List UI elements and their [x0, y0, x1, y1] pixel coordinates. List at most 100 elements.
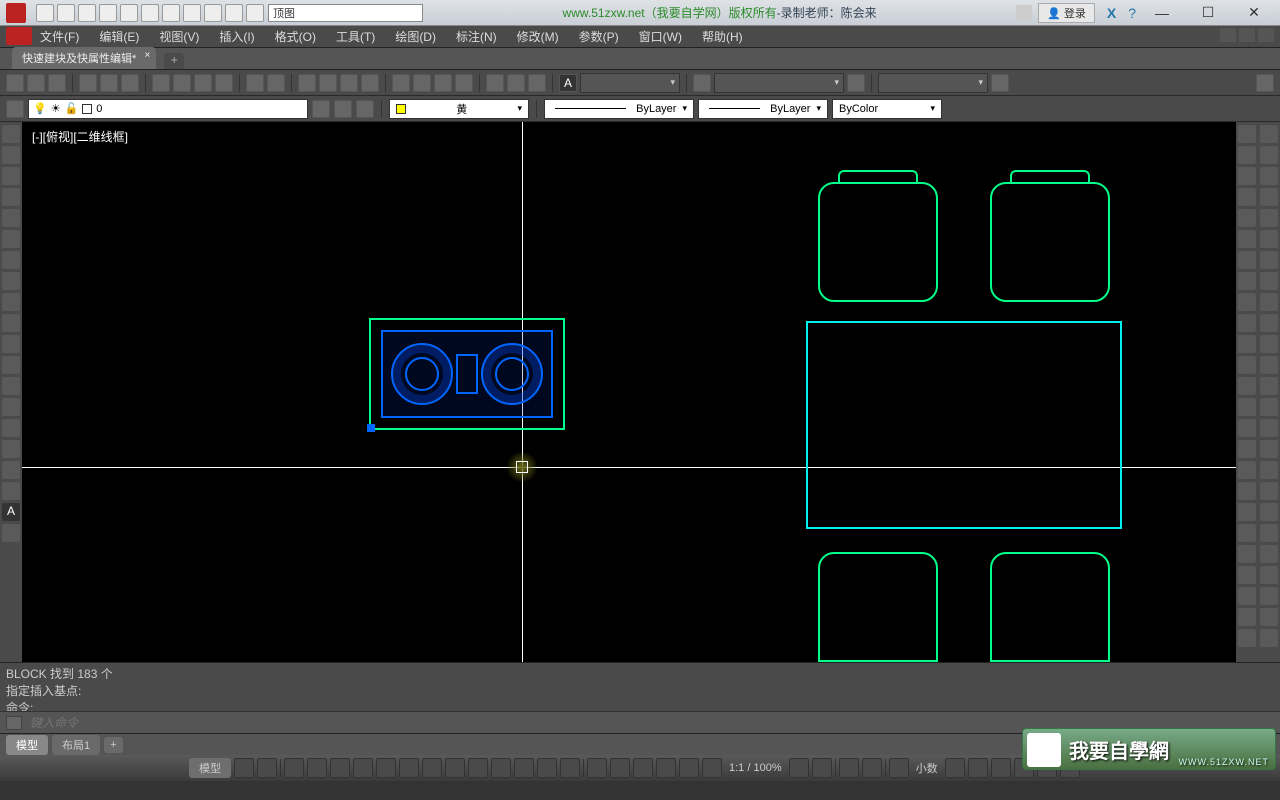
toolbar-options-icon[interactable] [1256, 74, 1274, 92]
cut-icon[interactable] [152, 74, 170, 92]
publish-icon[interactable] [121, 74, 139, 92]
qat-open-icon[interactable] [57, 4, 75, 22]
tool-icon[interactable] [1238, 566, 1256, 584]
command-history[interactable]: BLOCK 找到 183 个 指定插入基点: 命令: [0, 663, 1280, 711]
menu-draw[interactable]: 绘图(D) [395, 28, 436, 45]
arc-icon[interactable] [2, 230, 20, 248]
table-style-combo[interactable] [878, 73, 988, 93]
quickprops-icon[interactable] [945, 758, 965, 778]
explode-icon[interactable] [1238, 440, 1256, 458]
lwt-icon[interactable] [514, 758, 534, 778]
menu-dim[interactable]: 标注(N) [456, 28, 497, 45]
properties-icon[interactable] [392, 74, 410, 92]
chair-block[interactable] [990, 552, 1110, 662]
extend-icon[interactable] [1238, 335, 1256, 353]
annoscale-icon[interactable] [656, 758, 676, 778]
point-icon[interactable] [2, 398, 20, 416]
layer-uniso-icon[interactable] [334, 100, 352, 118]
chair-block[interactable] [818, 552, 938, 662]
zoom-icon[interactable] [319, 74, 337, 92]
iso-icon[interactable] [376, 758, 396, 778]
dim-linear-icon[interactable] [1260, 125, 1278, 143]
inspect-icon[interactable] [1260, 440, 1278, 458]
dim-angular-icon[interactable] [1260, 272, 1278, 290]
erase-icon[interactable] [1238, 125, 1256, 143]
tool-icon[interactable] [1238, 545, 1256, 563]
chair-block[interactable] [990, 182, 1110, 302]
3dosnap-icon[interactable] [422, 758, 442, 778]
dim-style-combo[interactable] [714, 73, 844, 93]
sheet-icon[interactable] [413, 74, 431, 92]
line-icon[interactable] [2, 125, 20, 143]
annovis-icon[interactable] [679, 758, 699, 778]
tool-icon[interactable] [1238, 587, 1256, 605]
menu-param[interactable]: 参数(P) [579, 28, 619, 45]
qat-icon[interactable] [246, 4, 264, 22]
color-combo[interactable]: 黄▾ [389, 99, 529, 119]
stove-block[interactable] [369, 318, 565, 430]
qprops-icon[interactable] [587, 758, 607, 778]
trim-icon[interactable] [1238, 314, 1256, 332]
new-icon[interactable] [6, 74, 24, 92]
menu-format[interactable]: 格式(O) [275, 28, 316, 45]
save-icon[interactable] [48, 74, 66, 92]
ortho-icon[interactable] [330, 758, 350, 778]
x-logo-icon[interactable]: X [1101, 5, 1122, 21]
table-icon[interactable] [991, 74, 1009, 92]
scale-icon[interactable] [1238, 272, 1256, 290]
dyninput-icon[interactable] [307, 758, 327, 778]
dim-baseline-icon[interactable] [1260, 314, 1278, 332]
offset-icon[interactable] [1238, 188, 1256, 206]
table-block[interactable] [806, 321, 1122, 529]
units-icon[interactable] [889, 758, 909, 778]
array-icon[interactable] [1238, 209, 1256, 227]
dim-radius-icon[interactable] [1260, 209, 1278, 227]
mirror-icon[interactable] [1238, 167, 1256, 185]
menu-help[interactable]: 帮助(H) [702, 28, 743, 45]
qat-new-icon[interactable] [36, 4, 54, 22]
qat-icon[interactable] [204, 4, 222, 22]
preview-icon[interactable] [100, 74, 118, 92]
tab-close-icon[interactable]: × [144, 50, 150, 61]
jogline-icon[interactable] [1260, 461, 1278, 479]
workspace-icon[interactable] [839, 758, 859, 778]
pline-icon[interactable] [2, 167, 20, 185]
scale-display[interactable]: 1:1 / 100% [725, 762, 786, 774]
qat-more-icon[interactable] [183, 4, 201, 22]
osnap-icon[interactable] [399, 758, 419, 778]
snap-icon[interactable] [257, 758, 277, 778]
dim-update-icon[interactable] [847, 74, 865, 92]
new-tab-button[interactable]: + [164, 53, 184, 69]
rectangle-icon[interactable] [2, 209, 20, 227]
chair-block[interactable] [818, 182, 938, 302]
menu-view[interactable]: 视图(V) [159, 28, 199, 45]
print-icon[interactable] [79, 74, 97, 92]
tool-icon[interactable] [1238, 482, 1256, 500]
tab-add-button[interactable]: + [104, 737, 122, 753]
sel-filter-icon[interactable] [610, 758, 630, 778]
zoom-prev-icon[interactable] [361, 74, 379, 92]
tool-icon[interactable] [1260, 545, 1278, 563]
tool-icon[interactable] [1238, 461, 1256, 479]
qat-undo-icon[interactable] [141, 4, 159, 22]
ducs-icon[interactable] [468, 758, 488, 778]
mdi-restore-icon[interactable] [1239, 28, 1255, 42]
dim-space-icon[interactable] [1260, 356, 1278, 374]
tool-icon[interactable] [1238, 629, 1256, 647]
text-style-combo[interactable] [580, 73, 680, 93]
plotstyle-combo[interactable]: ByColor▾ [832, 99, 942, 119]
model-toggle[interactable]: 模型 [189, 758, 231, 778]
hatch-icon[interactable] [2, 419, 20, 437]
menu-window[interactable]: 窗口(W) [639, 28, 682, 45]
document-tab-active[interactable]: 快速建块及快属性编辑*× [12, 47, 156, 69]
tool-icon[interactable] [1238, 608, 1256, 626]
block-icon[interactable] [486, 74, 504, 92]
zoom-in-icon[interactable] [812, 758, 832, 778]
layer-combo[interactable]: 💡 ☀ 🔓 0 [28, 99, 308, 119]
dim-diameter-icon[interactable] [1260, 251, 1278, 269]
menu-insert[interactable]: 插入(I) [219, 28, 254, 45]
qat-saveas-icon[interactable] [99, 4, 117, 22]
join-icon[interactable] [1238, 377, 1256, 395]
command-prompt-icon[interactable] [6, 716, 22, 730]
undo-icon[interactable] [246, 74, 264, 92]
